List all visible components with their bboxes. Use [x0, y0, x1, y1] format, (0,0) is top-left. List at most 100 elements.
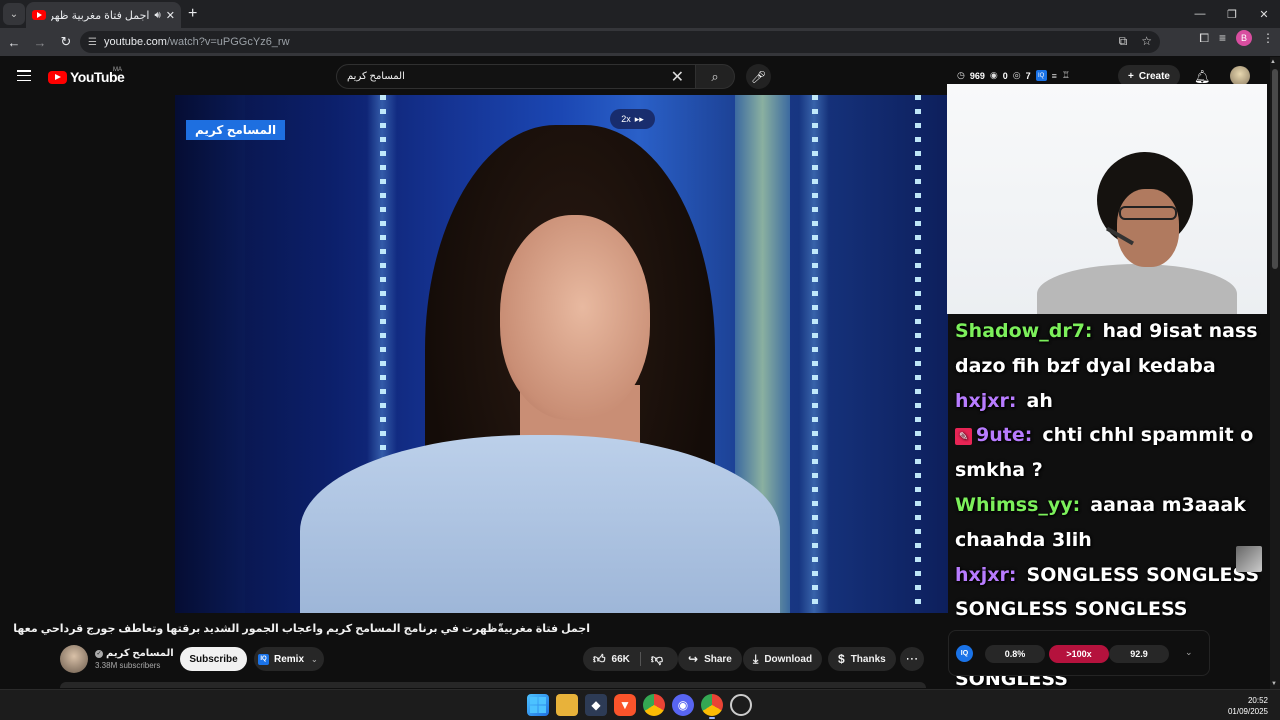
chat-username: Whimss_yy:: [955, 493, 1081, 516]
extensions-icon[interactable]: ⧠: [1199, 31, 1209, 46]
dislike-icon[interactable]: 👎︎: [651, 652, 663, 667]
close-window-icon[interactable]: ✕: [1248, 0, 1280, 28]
start-menu-icon[interactable]: [527, 694, 549, 716]
iq-stat-score: 92.9: [1109, 645, 1169, 663]
streamer-glasses: [1119, 206, 1177, 220]
site-info-icon[interactable]: ☰: [88, 37, 97, 48]
chat-message: hxjxr: ah: [947, 384, 1267, 419]
filter-icon[interactable]: ≡: [1052, 71, 1057, 81]
like-dislike-group: 👍︎ 66K 👎︎: [583, 647, 678, 671]
toolbar-right: ⧠ ≡ B ⋮: [1199, 30, 1274, 46]
stat-views: 969: [969, 70, 985, 81]
browser-tab[interactable]: اجمل فتاة مغربية ظهرت في 🔊︎ ✕: [26, 2, 181, 28]
download-button[interactable]: ⤓ Download: [743, 647, 823, 671]
share-icon: ↪: [688, 652, 699, 666]
person-shirt: [300, 435, 780, 613]
address-bar[interactable]: ☰ youtube.com/watch?v=uPGGcYz6_rw ⧉ ☆: [80, 31, 1160, 53]
share-button[interactable]: ↪ Share: [678, 647, 742, 671]
light-strip: [812, 95, 818, 613]
share-label: Share: [704, 653, 732, 665]
back-button[interactable]: ←: [2, 30, 26, 54]
subscribe-button[interactable]: Subscribe: [180, 647, 247, 671]
guide-menu-icon[interactable]: [17, 70, 31, 81]
person-face: [500, 215, 650, 420]
restore-icon[interactable]: ❐: [1216, 0, 1248, 28]
discord-icon[interactable]: ◉: [672, 694, 694, 716]
cast-icon[interactable]: ⧉: [1119, 34, 1128, 49]
close-tab-icon[interactable]: ✕: [166, 9, 175, 22]
chat-message: Whimss_yy: aanaa m3aaak chaahda 3lih: [947, 488, 1267, 558]
account-avatar[interactable]: [1230, 66, 1250, 86]
app-icon[interactable]: ◆: [585, 694, 607, 716]
youtube-play-icon: [48, 70, 67, 84]
thanks-label: Thanks: [850, 653, 886, 665]
channel-info: المسامح كريم ✓ 3.38M subscribers: [60, 645, 174, 673]
search-input[interactable]: المسامح كريم ✕: [336, 64, 697, 89]
reload-button[interactable]: ↻: [54, 30, 78, 54]
tab-title: اجمل فتاة مغربية ظهرت في: [51, 9, 150, 22]
channel-avatar[interactable]: [60, 645, 88, 673]
download-icon: ⤓: [753, 651, 759, 666]
page-scrollbar[interactable]: ▲ ▼: [1270, 57, 1280, 689]
webcam-overlay: [947, 84, 1267, 314]
new-tab-button[interactable]: +: [188, 5, 197, 23]
iq-stat-multiplier: >100x: [1049, 645, 1109, 663]
iq-stat-percent: 0.8%: [985, 645, 1045, 663]
trophy-icon[interactable]: ♖: [1062, 70, 1070, 81]
browser-tab-strip: ⌄ اجمل فتاة مغربية ظهرت في 🔊︎ ✕ + — ❐ ✕: [0, 0, 1280, 28]
video-player[interactable]: المسامح كريم 2x ▸▸: [175, 95, 948, 613]
more-actions-icon[interactable]: ⋯: [900, 647, 924, 671]
file-explorer-icon[interactable]: [556, 694, 578, 716]
plus-icon: +: [1128, 70, 1134, 82]
iq-extension-icon[interactable]: IQ: [1035, 70, 1047, 81]
speed-label: 2x: [621, 114, 631, 124]
youtube-favicon-icon: [32, 10, 46, 20]
remix-label: Remix: [274, 653, 305, 665]
voice-search-icon[interactable]: 🎤︎: [746, 64, 771, 89]
forward-button[interactable]: →: [28, 30, 52, 54]
scroll-up-icon[interactable]: ▲: [1270, 59, 1276, 65]
scroll-down-icon[interactable]: ▼: [1271, 681, 1277, 687]
chat-message: Shadow_dr7: had 9isat nass dazo fih bzf d…: [947, 314, 1267, 384]
clear-search-icon[interactable]: ✕: [671, 67, 684, 87]
system-clock[interactable]: 20:52 01/09/2025: [1228, 695, 1268, 717]
screen: ⌄ اجمل فتاة مغربية ظهرت في 🔊︎ ✕ + — ❐ ✕ …: [0, 0, 1280, 720]
country-code: MA: [113, 67, 122, 73]
chat-user-avatar: [1236, 546, 1262, 572]
clock-date: 01/09/2025: [1227, 707, 1268, 716]
streamer-body: [1037, 264, 1237, 314]
notifications-bell-icon[interactable]: 🔔︎: [1194, 69, 1211, 85]
tab-search-button[interactable]: ⌄: [3, 3, 25, 25]
reading-list-icon[interactable]: ≡: [1219, 31, 1226, 45]
chrome-icon[interactable]: [643, 694, 665, 716]
chat-username: Shadow_dr7:: [955, 320, 1093, 342]
remix-button[interactable]: IQ Remix ⌄: [254, 647, 324, 671]
audio-playing-icon[interactable]: 🔊︎: [154, 10, 160, 21]
thanks-button[interactable]: $ Thanks: [828, 647, 896, 671]
browser-menu-icon[interactable]: ⋮: [1262, 31, 1274, 45]
light-strip: [915, 95, 921, 613]
studio-backdrop: [175, 95, 245, 613]
pin-badge-icon: ✎: [955, 428, 972, 446]
app-ring-icon[interactable]: [730, 694, 752, 716]
brave-browser-icon[interactable]: ▼: [614, 694, 636, 716]
minimize-icon[interactable]: —: [1184, 0, 1216, 28]
chevron-down-icon[interactable]: ⌄: [311, 655, 318, 664]
chevron-down-icon[interactable]: ⌄: [1185, 647, 1193, 658]
scroll-thumb[interactable]: [1272, 69, 1278, 269]
like-count[interactable]: 66K: [612, 654, 630, 665]
channel-watermark: المسامح كريم: [186, 120, 286, 140]
like-icon[interactable]: 👍︎: [593, 652, 606, 667]
profile-avatar[interactable]: B: [1236, 30, 1252, 46]
channel-name-row[interactable]: المسامح كريم ✓: [95, 648, 174, 659]
chat-username: hxjxr:: [955, 389, 1017, 412]
iq-logo-icon[interactable]: IQ: [956, 645, 973, 662]
video-title: اجمل فتاة مغربيةّ‏ظهرت في برنامج المسامح…: [13, 623, 590, 635]
bookmark-star-icon[interactable]: ☆: [1141, 34, 1152, 49]
search-button[interactable]: ⌕: [695, 64, 735, 89]
stat-watch: 7: [1025, 70, 1031, 81]
omnibox-actions: ⧉ ☆: [1119, 34, 1152, 49]
chrome-active-icon[interactable]: [701, 694, 723, 719]
description-box[interactable]: [60, 682, 926, 688]
extension-stats: ◷ 969 ◉ 0 ◎ 7 IQ ≡ ♖: [957, 70, 1070, 81]
